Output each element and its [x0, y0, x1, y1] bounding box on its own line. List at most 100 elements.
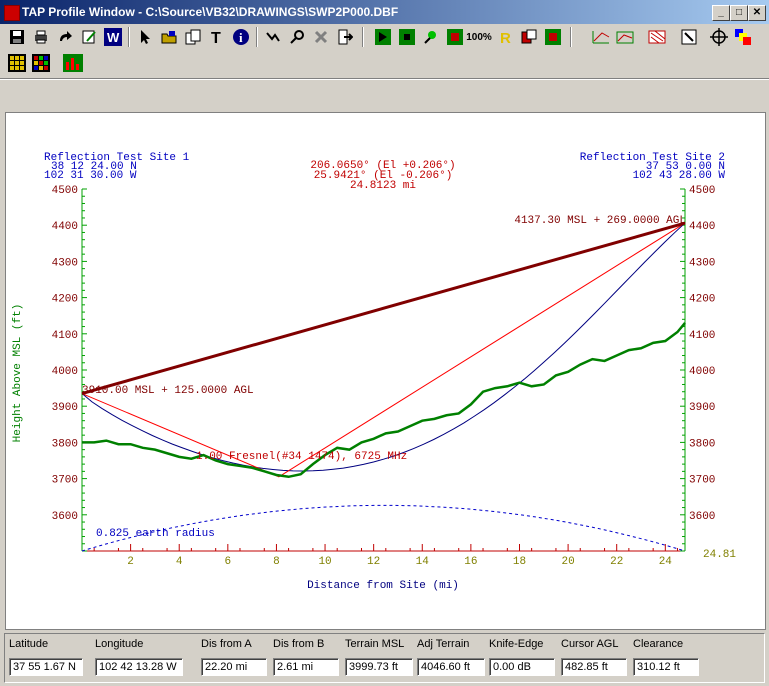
- route-icon[interactable]: [262, 26, 284, 48]
- open-icon[interactable]: [158, 26, 180, 48]
- adj-terrain-label: Adj Terrain: [417, 638, 470, 650]
- site-a-lon: 102 31 30.00 W: [44, 170, 137, 182]
- pointer-icon[interactable]: [134, 26, 156, 48]
- svg-text:T: T: [211, 30, 221, 45]
- area-icon[interactable]: [614, 26, 636, 48]
- reflection-path-line: [81, 222, 686, 478]
- x-tick-label: 18: [513, 556, 526, 568]
- toolbar-separator: [128, 27, 130, 47]
- app-icon: [4, 5, 20, 21]
- x-tick-label: 10: [318, 556, 331, 568]
- knife-edge-label: Knife-Edge: [489, 638, 544, 650]
- status-terrain-msl: Terrain MSL 3999.73 ft: [345, 638, 413, 676]
- w-icon[interactable]: W: [102, 26, 124, 48]
- x-end-label: 24.81: [703, 549, 736, 561]
- svg-text:W: W: [107, 30, 120, 45]
- site-icon[interactable]: [396, 26, 418, 48]
- longitude-field[interactable]: 102 42 13.28 W: [95, 658, 183, 676]
- exit-icon[interactable]: [334, 26, 356, 48]
- y-tick-label-left: 3800: [52, 438, 78, 450]
- stop-icon[interactable]: [444, 26, 466, 48]
- table-icon[interactable]: [6, 52, 28, 74]
- y-tick-label-left: 3600: [52, 511, 78, 523]
- toolbar-separator: [362, 27, 364, 47]
- status-cursor-agl: Cursor AGL 482.85 ft: [561, 638, 627, 676]
- terrain-msl-field[interactable]: 3999.73 ft: [345, 658, 413, 676]
- measure-icon[interactable]: [678, 26, 700, 48]
- redo-icon[interactable]: [54, 26, 76, 48]
- latitude-field[interactable]: 37 55 1.67 N: [9, 658, 83, 676]
- status-clearance: Clearance 310.12 ft: [633, 638, 699, 676]
- knife-edge-field[interactable]: 0.00 dB: [489, 658, 555, 676]
- status-dis-from-a: Dis from A 22.20 mi: [201, 638, 267, 676]
- adj-terrain-field[interactable]: 4046.60 ft: [417, 658, 485, 676]
- edit-icon[interactable]: [78, 26, 100, 48]
- maximize-button[interactable]: □: [730, 5, 748, 21]
- copy-icon[interactable]: [182, 26, 204, 48]
- zoom-icon[interactable]: [286, 26, 308, 48]
- dis-from-b-label: Dis from B: [273, 638, 325, 650]
- map-icon[interactable]: [518, 26, 540, 48]
- y-tick-label-right: 4500: [689, 185, 715, 197]
- status-latitude: Latitude 37 55 1.67 N: [9, 638, 83, 676]
- y-tick-label-right: 3900: [689, 402, 715, 414]
- print-icon[interactable]: [30, 26, 52, 48]
- fresnel-label: 1.00 Fresnel(#34 1474), 6725 MHz: [196, 451, 407, 463]
- status-adj-terrain: Adj Terrain 4046.60 ft: [417, 638, 485, 676]
- x-tick-label: 20: [561, 556, 574, 568]
- toolbar-secondary: [0, 50, 769, 78]
- y-axis-label: Height Above MSL (ft): [12, 304, 24, 443]
- x-tick-label: 22: [610, 556, 623, 568]
- y-tick-label-right: 4200: [689, 294, 715, 306]
- delete-icon[interactable]: [310, 26, 332, 48]
- y-tick-label-left: 4300: [52, 257, 78, 269]
- title-bar: TAP Profile Window - C:\Source\VB32\DRAW…: [0, 0, 769, 24]
- site-b-lon: 102 43 28.00 W: [633, 170, 726, 182]
- status-longitude: Longitude 102 42 13.28 W: [95, 638, 183, 676]
- pin-icon[interactable]: [420, 26, 442, 48]
- cursor-agl-field[interactable]: 482.85 ft: [561, 658, 627, 676]
- y-tick-label-left: 4100: [52, 330, 78, 342]
- x-tick-label: 24: [659, 556, 673, 568]
- dis-from-a-field[interactable]: 22.20 mi: [201, 658, 267, 676]
- toolbar-separator: [256, 27, 258, 47]
- x-axis-label: Distance from Site (mi): [307, 580, 459, 592]
- histogram-icon[interactable]: [62, 52, 84, 74]
- dis-from-b-field[interactable]: 2.61 mi: [273, 658, 339, 676]
- zoom100-icon[interactable]: 100%: [466, 26, 492, 48]
- grid-icon[interactable]: [542, 26, 564, 48]
- info-icon[interactable]: i: [230, 26, 252, 48]
- site-a-height-label: 3910.00 MSL + 125.0000 AGL: [82, 385, 254, 397]
- toolbar-separator: [570, 27, 572, 47]
- window-title: TAP Profile Window - C:\Source\VB32\DRAW…: [22, 5, 399, 19]
- direct-path-line: [81, 221, 686, 395]
- y-tick-label-right: 3800: [689, 438, 715, 450]
- clearance-field[interactable]: 310.12 ft: [633, 658, 699, 676]
- y-tick-label-right: 4300: [689, 257, 715, 269]
- site-b-height-label: 4137.30 MSL + 269.0000 AGL: [514, 215, 686, 227]
- slope-icon[interactable]: [590, 26, 612, 48]
- y-tick-label-left: 3900: [52, 402, 78, 414]
- status-knife-edge: Knife-Edge 0.00 dB: [489, 638, 555, 676]
- text-icon[interactable]: T: [206, 26, 228, 48]
- x-tick-label: 6: [225, 556, 232, 568]
- profile-chart[interactable]: 3600 3600 3700 3700 3800 3800 3900 3900 4000 4000…: [6, 113, 765, 629]
- r-icon[interactable]: R: [494, 26, 516, 48]
- profile-plot-frame[interactable]: 3600 3600 3700 3700 3800 3800 3900 3900 4000 4000…: [5, 112, 766, 630]
- close-button[interactable]: ✕: [748, 5, 766, 21]
- x-tick-label: 16: [464, 556, 477, 568]
- x-tick-label: 4: [176, 556, 183, 568]
- layers-icon[interactable]: [732, 26, 754, 48]
- x-tick-label: 12: [367, 556, 380, 568]
- crosshair-icon[interactable]: [708, 26, 730, 48]
- y-tick-label-left: 4000: [52, 366, 78, 378]
- save-icon[interactable]: [6, 26, 28, 48]
- minimize-button[interactable]: _: [712, 5, 730, 21]
- status-bar: Latitude 37 55 1.67 N Longitude 102 42 13.…: [4, 633, 765, 683]
- toolbar-main: W T i 100% R: [0, 24, 769, 52]
- hatch-icon[interactable]: [646, 26, 668, 48]
- color-grid-icon[interactable]: [30, 52, 52, 74]
- x-tick-label: 2: [127, 556, 134, 568]
- path-icon[interactable]: [372, 26, 394, 48]
- y-tick-label-right: 3600: [689, 511, 715, 523]
